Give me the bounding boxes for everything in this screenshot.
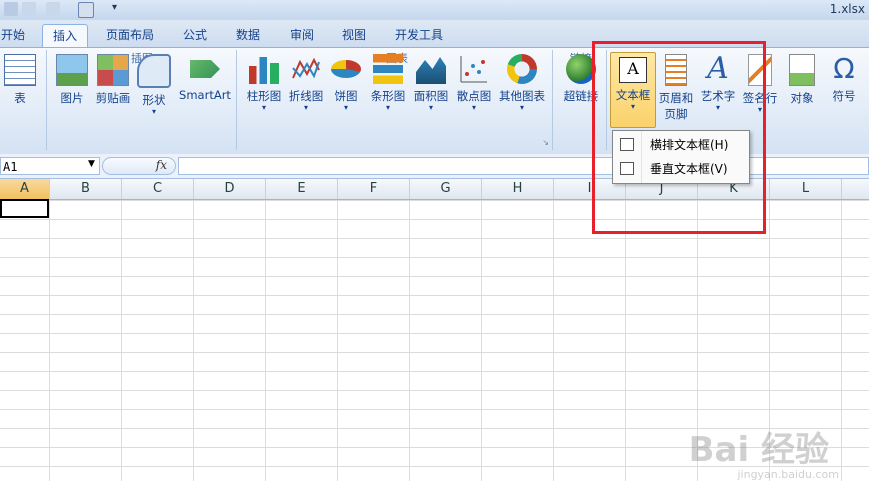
scatter-chart-icon [459,54,489,84]
donut-chart-icon [507,54,537,84]
name-box[interactable]: A1 [0,157,100,175]
picture-label: 图片 [60,91,84,105]
save-icon[interactable] [4,2,18,16]
grid-line [121,200,122,481]
tab-home[interactable]: 开始 [0,24,28,46]
dialog-launcher-icon[interactable]: ↘ [542,138,549,147]
grid-line [193,200,194,481]
watermark-url: jingyan.baidu.com [737,468,839,481]
table-icon [4,54,36,86]
picture-button[interactable]: 图片 [54,54,90,106]
object-button[interactable]: 对象 [784,54,820,106]
column-header-e[interactable]: E [266,179,338,199]
column-chart-button[interactable]: 柱形图 ▾ [244,54,284,112]
smartart-label: SmartArt [179,88,231,102]
grid-line [841,200,842,481]
undo-icon[interactable] [22,2,36,16]
line-chart-button[interactable]: 折线图 ▾ [286,54,326,112]
column-chart-label: 柱形图 [246,89,282,103]
column-chart-dropdown-icon: ▾ [261,103,266,112]
line-chart-icon [291,54,321,84]
column-header-l[interactable]: L [770,179,842,199]
pie-chart-dropdown-icon: ▾ [343,103,348,112]
area-chart-dropdown-icon: ▾ [428,103,433,112]
clipart-icon [97,54,129,86]
grid-line [265,200,266,481]
symbol-label: 符号 [832,89,856,103]
pie-chart-button[interactable]: 饼图 ▾ [328,54,364,112]
qat-customize-icon[interactable]: ▾ [112,2,117,13]
object-icon [789,54,815,86]
line-chart-dropdown-icon: ▾ [303,103,308,112]
column-header-f[interactable]: F [338,179,410,199]
grid-line [625,200,626,481]
pie-chart-label: 饼图 [334,89,358,103]
bar-chart-dropdown-icon: ▾ [385,103,390,112]
grid-line [49,200,50,481]
fx-icon[interactable]: fx [156,158,167,172]
group-illustrations: 图片 剪贴画 形状 ▾ SmartArt 插图 [48,50,237,150]
scatter-chart-label: 散点图 [456,89,492,103]
grid-line [409,200,410,481]
title-bar: ▾ 1.xlsx [0,0,869,20]
omega-icon: Ω [833,52,855,85]
picture-icon [56,54,88,86]
column-header-h[interactable]: H [482,179,554,199]
smartart-button[interactable]: SmartArt [176,54,234,102]
table-label: 表 [14,91,26,105]
shapes-dropdown-icon: ▾ [151,107,156,116]
area-chart-label: 面积图 [413,89,449,103]
watermark: Bai 经验 [688,430,829,470]
symbol-button[interactable]: Ω 符号 [824,54,864,104]
bar-chart-button[interactable]: 条形图 ▾ [368,54,408,112]
area-chart-icon [416,57,446,84]
column-header-d[interactable]: D [194,179,266,199]
active-cell-a1[interactable] [0,199,49,218]
tab-review[interactable]: 审阅 [282,24,322,46]
column-header-b[interactable]: B [50,179,122,199]
grid-line [337,200,338,481]
redo-icon[interactable] [46,2,60,16]
tab-view[interactable]: 视图 [334,24,374,46]
clipart-label: 剪贴画 [95,91,131,105]
smartart-icon [190,60,220,78]
group-tables: 表 [0,50,47,150]
formula-controls: fx [102,157,176,175]
line-chart-label: 折线图 [288,89,324,103]
window-title: 1.xlsx [829,2,865,16]
tab-developer[interactable]: 开发工具 [388,24,450,46]
group-charts: 柱形图 ▾ 折线图 ▾ 饼图 ▾ 条形图 ▾ 面积图 ▾ 散点图 ▾ 其他图表 … [242,50,553,150]
area-chart-button[interactable]: 面积图 ▾ [410,54,452,112]
column-header-c[interactable]: C [122,179,194,199]
shapes-label: 形状 [142,93,166,107]
grid-line [481,200,482,481]
object-label: 对象 [790,91,814,105]
scatter-chart-button[interactable]: 散点图 ▾ [454,54,494,112]
tab-insert[interactable]: 插入 [42,24,88,47]
bar-chart-label: 条形图 [370,89,406,103]
column-header-a[interactable]: A [0,179,50,199]
bar-chart-icon [373,54,403,84]
column-header-g[interactable]: G [410,179,482,199]
column-chart-icon [249,57,279,84]
pie-chart-icon [331,60,361,78]
tab-data[interactable]: 数据 [228,24,268,46]
grid-line [553,200,554,481]
name-box-dropdown-icon[interactable]: ▼ [88,159,95,169]
clipart-button[interactable]: 剪贴画 [92,54,134,106]
print-preview-icon[interactable] [78,2,94,18]
table-button[interactable]: 表 [0,54,40,106]
tab-formulas[interactable]: 公式 [175,24,215,46]
highlight-box [592,41,766,234]
shapes-icon [137,54,171,88]
tab-page-layout[interactable]: 页面布局 [100,24,160,46]
other-charts-dropdown-icon: ▾ [519,103,524,112]
other-charts-label: 其他图表 [499,89,545,103]
scatter-chart-dropdown-icon: ▾ [471,103,476,112]
shapes-button[interactable]: 形状 ▾ [136,54,172,116]
other-charts-button[interactable]: 其他图表 ▾ [496,54,548,112]
